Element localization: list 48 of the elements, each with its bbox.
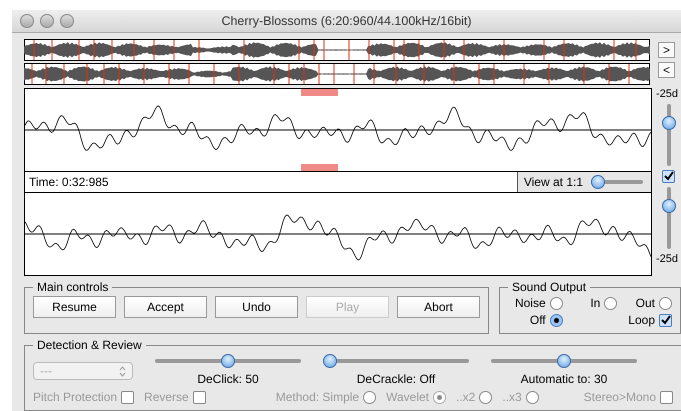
slider-label: DeClick: 50 (197, 372, 259, 386)
option-label: Reverse (144, 390, 189, 404)
overview-waveform-drawing[interactable] (24, 63, 650, 85)
option-label: Off (530, 313, 546, 327)
scroll-button[interactable]: > (658, 42, 675, 58)
window-control-button[interactable] (40, 14, 54, 28)
stepper-icon (119, 366, 126, 376)
radio-button[interactable] (550, 296, 563, 310)
radio-button[interactable] (659, 296, 672, 310)
option-label: ..x3 (502, 390, 522, 404)
gain-label: -25d (656, 253, 678, 265)
slider-label: DeCrackle: Off (356, 372, 436, 386)
option-label: Method: Simple (276, 390, 360, 404)
option-label: Loop (628, 313, 655, 327)
group-title: Main controls (36, 280, 110, 294)
zoom-label: View at 1:1 (524, 175, 583, 189)
option-label: Wavelet (386, 390, 430, 404)
window-title: Cherry-Blossoms (6:20:960/44.100kHz/16bit) (220, 14, 473, 28)
group-title: Sound Output (511, 280, 588, 294)
detection-slider[interactable] (323, 354, 469, 368)
overview-waveform-drawing[interactable] (24, 39, 650, 61)
group-title: Detection & Review (36, 338, 143, 352)
action-button[interactable]: Undo (215, 296, 298, 318)
link-checkbox[interactable] (662, 170, 675, 183)
option-label: Pitch Protection (33, 390, 118, 404)
gain-slider[interactable] (662, 104, 676, 166)
radio-button[interactable] (604, 296, 618, 310)
gain-label: -25d (656, 88, 678, 100)
option-label: Out (636, 296, 655, 310)
detection-slider[interactable] (491, 354, 637, 368)
window-control-button[interactable] (60, 14, 74, 28)
option-label: Stereo>Mono (584, 390, 656, 404)
scroll-button[interactable]: < (658, 62, 675, 78)
waveform-drawing[interactable] (25, 89, 651, 171)
radio-button[interactable] (550, 314, 563, 326)
detection-slider[interactable] (155, 354, 301, 368)
slider-label: Automatic to: 30 (520, 372, 608, 386)
option-label: Noise (514, 296, 546, 310)
option-label: ..x2 (456, 390, 476, 404)
option-label: In (590, 296, 600, 310)
action-button[interactable]: Abort (397, 296, 480, 318)
checkbox[interactable] (659, 314, 672, 326)
action-button[interactable]: Accept (124, 296, 207, 318)
action-button[interactable]: Resume (33, 296, 116, 318)
zoom-slider[interactable] (591, 175, 643, 189)
time-readout: Time: 0:32:985 (28, 175, 109, 189)
window-control-button[interactable] (20, 14, 34, 28)
gain-slider[interactable] (662, 187, 676, 249)
